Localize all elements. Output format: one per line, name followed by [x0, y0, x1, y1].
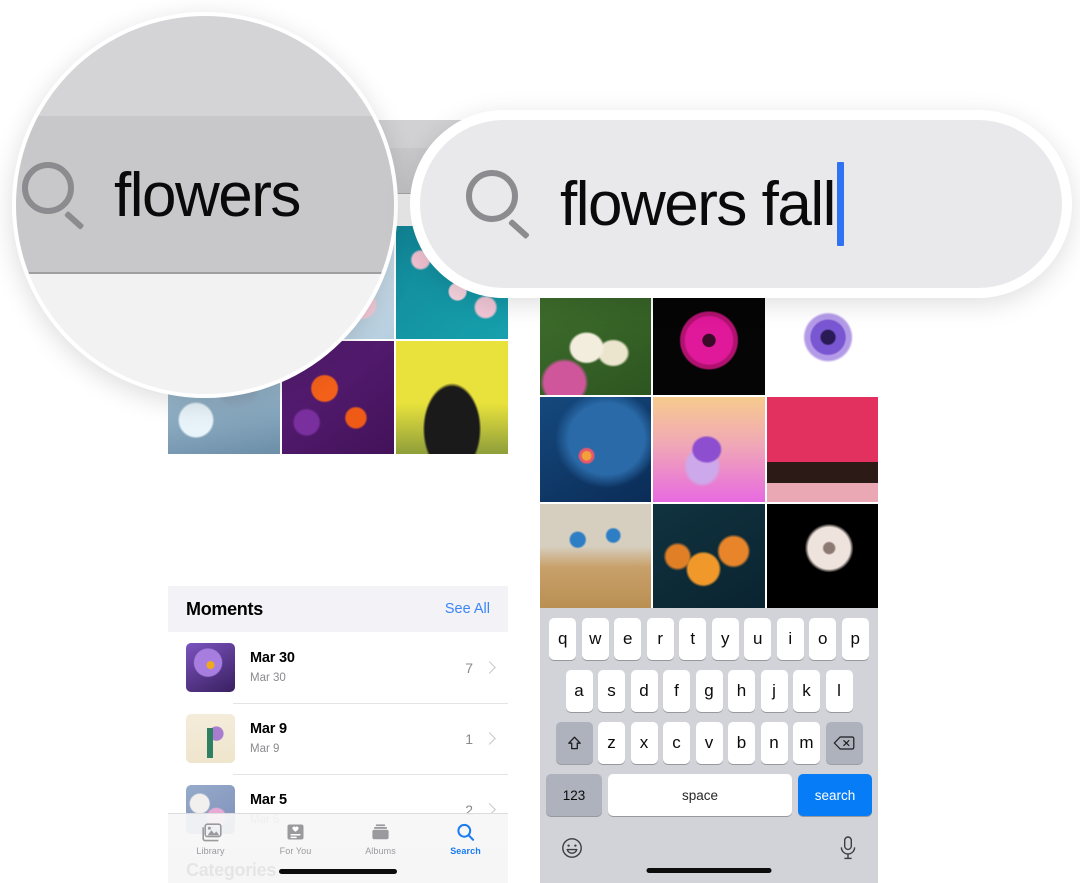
moments-see-all-link[interactable]: See All [445, 601, 490, 617]
crocus-purple-thumb [186, 643, 235, 692]
moments-row-count: 7 [465, 659, 473, 676]
key-e[interactable]: e [614, 618, 642, 660]
screenshot-canvas: Moments See All Mar 30 Mar 30 7 Mar 9 Ma… [0, 0, 1080, 883]
key-p[interactable]: p [841, 618, 869, 660]
key-k[interactable]: k [793, 670, 820, 712]
shift-key[interactable] [555, 722, 593, 764]
key-q[interactable]: q [549, 618, 577, 660]
backspace-key-icon [833, 736, 855, 750]
magnifier-callout-before: flowers [12, 12, 398, 398]
home-indicator [646, 868, 772, 873]
search-icon [22, 162, 88, 230]
key-m[interactable]: m [793, 722, 820, 764]
iris-cream-thumb [186, 714, 235, 763]
for-you-card-icon [287, 824, 304, 840]
magnified-search-field-after[interactable]: flowers fall [420, 120, 1062, 288]
key-j[interactable]: j [760, 670, 788, 712]
tab-label: For You [279, 846, 312, 856]
tab-library[interactable]: Library [168, 823, 253, 856]
keyboard-bottom-row [543, 826, 875, 870]
onscreen-keyboard: q w e r t y u i o p a s d f g h j k l z … [540, 608, 878, 883]
photo-tile[interactable] [766, 504, 878, 609]
photo-tile[interactable] [653, 290, 765, 395]
key-o[interactable]: o [809, 618, 837, 660]
moments-row[interactable]: Mar 30 Mar 30 7 [168, 632, 508, 703]
key-y[interactable]: y [711, 618, 739, 660]
magnified-search-text-before: flowers [114, 160, 301, 230]
photo-tile[interactable] [396, 341, 508, 454]
tab-for-you[interactable]: For You [253, 823, 338, 856]
text-caret [836, 162, 844, 246]
search-icon [466, 170, 534, 240]
magnified-status-area [16, 16, 394, 116]
photo-tile[interactable] [766, 397, 878, 502]
key-d[interactable]: d [630, 670, 658, 712]
key-s[interactable]: s [598, 670, 625, 712]
photo-tile[interactable] [653, 504, 765, 609]
moments-row-subtitle: Mar 9 [250, 742, 280, 755]
photos-library-icon [201, 823, 222, 842]
chevron-right-icon [483, 661, 496, 674]
tab-label: Search [450, 846, 481, 856]
moments-row-subtitle: Mar 30 [250, 671, 286, 684]
tab-albums[interactable]: Albums [338, 823, 423, 856]
keyboard-row-4: 123 space search [543, 774, 875, 816]
key-w[interactable]: w [581, 618, 609, 660]
photo-tile[interactable] [540, 504, 652, 609]
moments-row-title: Mar 30 [250, 650, 295, 667]
key-g[interactable]: g [695, 670, 723, 712]
emoji-icon[interactable] [560, 836, 584, 860]
key-n[interactable]: n [760, 722, 788, 764]
moments-row-count: 1 [465, 730, 473, 747]
tab-label: Library [196, 846, 225, 856]
key-b[interactable]: b [728, 722, 755, 764]
photo-tile[interactable] [766, 290, 878, 395]
keyboard-row-3: z x c v b n m [543, 722, 875, 764]
key-c[interactable]: c [663, 722, 690, 764]
photo-tile[interactable] [540, 290, 652, 395]
moments-row-title: Mar 5 [250, 792, 287, 809]
key-h[interactable]: h [728, 670, 755, 712]
magnified-content-area [16, 274, 394, 394]
key-z[interactable]: z [598, 722, 625, 764]
magnified-search-field-before[interactable]: flowers [16, 116, 394, 274]
moments-section-header: Moments See All [168, 586, 508, 632]
moments-row-title: Mar 9 [250, 721, 287, 738]
photo-results-grid-right [540, 290, 878, 609]
key-t[interactable]: t [679, 618, 707, 660]
microphone-icon[interactable] [838, 835, 858, 861]
search-text-value: flowers fall [560, 169, 836, 239]
right-phone-screen: q w e r t y u i o p a s d f g h j k l z … [540, 282, 878, 883]
key-f[interactable]: f [663, 670, 690, 712]
key-a[interactable]: a [565, 670, 593, 712]
tab-label: Albums [365, 846, 396, 856]
key-l[interactable]: l [825, 670, 853, 712]
photo-tile[interactable] [653, 397, 765, 502]
key-u[interactable]: u [744, 618, 772, 660]
photo-tile[interactable] [540, 397, 652, 502]
chevron-right-icon [483, 732, 496, 745]
magnifier-callout-after: flowers fall [410, 110, 1072, 298]
backspace-key[interactable] [825, 722, 863, 764]
moments-row[interactable]: Mar 9 Mar 9 1 [168, 703, 508, 774]
numbers-key[interactable]: 123 [546, 774, 602, 816]
bottom-tab-bar: Library For You Albums Search [168, 813, 508, 883]
key-x[interactable]: x [630, 722, 658, 764]
magnified-search-text-after: flowers fall [560, 162, 844, 246]
key-r[interactable]: r [646, 618, 674, 660]
shift-key-icon [567, 736, 581, 749]
key-i[interactable]: i [776, 618, 804, 660]
albums-stack-icon [372, 824, 389, 840]
search-return-key[interactable]: search [798, 774, 872, 816]
key-v[interactable]: v [695, 722, 723, 764]
home-indicator [279, 869, 397, 874]
space-key[interactable]: space [608, 774, 792, 816]
tab-search[interactable]: Search [423, 823, 508, 856]
keyboard-row-1: q w e r t y u i o p [543, 618, 875, 660]
moments-title: Moments [186, 598, 263, 619]
keyboard-row-2: a s d f g h j k l [543, 670, 875, 712]
search-icon [457, 823, 475, 841]
